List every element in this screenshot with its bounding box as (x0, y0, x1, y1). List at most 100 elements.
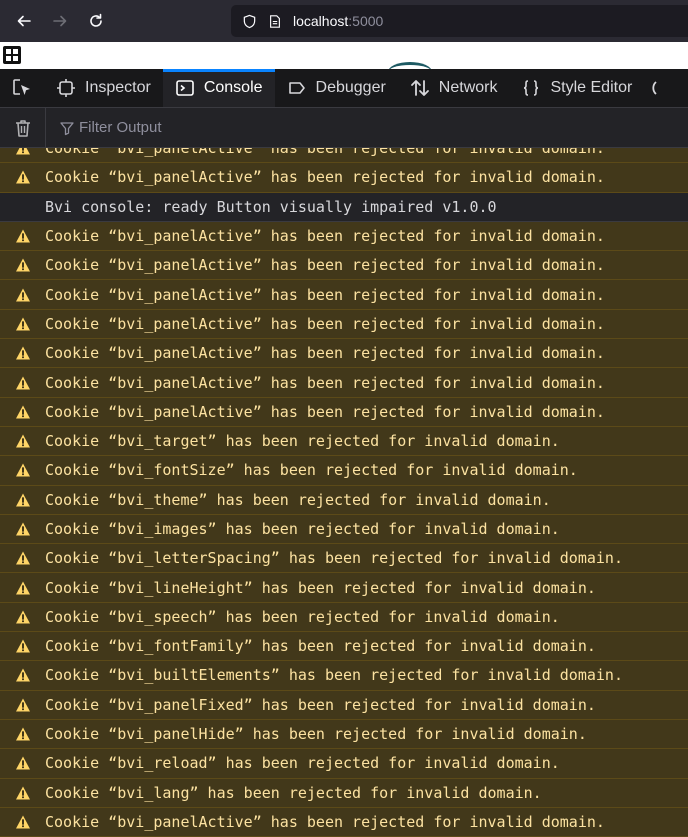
shield-icon[interactable] (241, 13, 257, 29)
console-warning-row[interactable]: Cookie “bvi_builtElements” has been reje… (0, 661, 688, 691)
message-text: Cookie “bvi_panelActive” has been reject… (45, 314, 605, 333)
forward-button[interactable] (42, 0, 78, 42)
message-text: Cookie “bvi_panelActive” has been reject… (45, 344, 605, 363)
message-text: Cookie “bvi_target” has been rejected fo… (45, 432, 560, 451)
warning-icon (0, 433, 45, 449)
console-warning-row[interactable]: Cookie “bvi_images” has been rejected fo… (0, 514, 688, 545)
warning-icon (0, 638, 45, 654)
console-warning-row[interactable]: Cookie “bvi_panelActive” has been reject… (0, 309, 688, 340)
console-warning-row[interactable]: Cookie “bvi_reload” has been rejected fo… (0, 749, 688, 779)
message-text: Cookie “bvi_panelActive” has been reject… (45, 168, 605, 187)
warning-icon (0, 148, 45, 156)
message-text: Cookie “bvi_panelHide” has been rejected… (45, 725, 587, 744)
filter-placeholder: Filter Output (79, 119, 162, 136)
console-warning-row[interactable]: Cookie “bvi_fontFamily” has been rejecte… (0, 632, 688, 662)
reload-icon (90, 13, 102, 27)
warning-icon (0, 375, 45, 391)
clear-console-button[interactable] (0, 107, 46, 148)
tab-style-editor[interactable]: Style Editor (509, 69, 644, 107)
message-text: Cookie “bvi_panelActive” has been reject… (45, 148, 605, 158)
warning-icon (0, 228, 45, 244)
console-warning-row[interactable]: Cookie “bvi_panelActive” has been reject… (0, 280, 688, 310)
console-warning-row[interactable]: Cookie “bvi_panelHide” has been rejected… (0, 719, 688, 750)
address-bar[interactable]: localhost:5000 (231, 5, 688, 37)
message-text: Cookie “bvi_panelActive” has been reject… (45, 373, 605, 392)
warning-icon (0, 316, 45, 332)
console-log-row[interactable]: Bvi console: ready Button visually impai… (0, 192, 688, 222)
url-host: localhost (293, 13, 349, 29)
message-text: Cookie “bvi_panelActive” has been reject… (45, 256, 605, 275)
warning-icon (0, 257, 45, 273)
warning-icon (0, 492, 45, 508)
back-arrow-icon (17, 15, 31, 27)
network-icon (410, 78, 430, 98)
message-text: Cookie “bvi_letterSpacing” has been reje… (45, 549, 623, 568)
console-warning-row[interactable]: Cookie “bvi_panelActive” has been reject… (0, 397, 688, 427)
tab-network[interactable]: Network (398, 69, 510, 107)
message-text: Cookie “bvi_fontSize” has been rejected … (45, 461, 578, 480)
console-warning-row[interactable]: Cookie “bvi_panelFixed” has been rejecte… (0, 690, 688, 720)
page-viewport (0, 42, 688, 69)
console-warning-row[interactable]: Cookie “bvi_panelActive” has been reject… (0, 368, 688, 398)
message-text: Cookie “bvi_speech” has been rejected fo… (45, 607, 560, 626)
console-warning-row[interactable]: Cookie “bvi_letterSpacing” has been reje… (0, 544, 688, 574)
console-warning-row[interactable]: Cookie “bvi_target” has been rejected fo… (0, 426, 688, 457)
debugger-icon (287, 78, 307, 98)
console-warning-row[interactable]: Cookie “bvi_panelActive” has been reject… (0, 251, 688, 281)
console-warning-row[interactable]: Cookie “bvi_fontSize” has been rejected … (0, 456, 688, 486)
message-text: Cookie “bvi_lang” has been rejected for … (45, 783, 542, 802)
console-warning-row[interactable]: Cookie “bvi_panelActive” has been reject… (0, 807, 688, 837)
console-warning-row[interactable]: Cookie “bvi_speech” has been rejected fo… (0, 602, 688, 633)
warning-icon (0, 755, 45, 771)
reload-button[interactable] (78, 0, 114, 42)
console-warning-row[interactable]: Cookie “bvi_lineHeight” has been rejecte… (0, 573, 688, 603)
warning-icon (0, 345, 45, 361)
console-warning-row[interactable]: Cookie “bvi_panelActive” has been reject… (0, 148, 688, 164)
tab-console-label: Console (203, 79, 263, 96)
message-text: Cookie “bvi_images” has been rejected fo… (45, 520, 560, 538)
message-text: Cookie “bvi_panelActive” has been reject… (45, 227, 605, 246)
filter-icon (59, 120, 75, 136)
message-text: Cookie “bvi_reload” has been rejected fo… (45, 754, 560, 773)
message-text: Cookie “bvi_panelActive” has been reject… (45, 812, 605, 831)
message-text: Cookie “bvi_panelActive” has been reject… (45, 285, 605, 304)
url-port: :5000 (348, 13, 384, 29)
console-toolbar: Filter Output (0, 107, 688, 148)
more-tabs-icon[interactable] (644, 69, 658, 107)
console-warning-row[interactable]: Cookie “bvi_lang” has been rejected for … (0, 778, 688, 808)
back-button[interactable] (6, 0, 42, 42)
warning-icon (0, 814, 45, 830)
message-text: Cookie “bvi_theme” has been rejected for… (45, 490, 551, 509)
message-text: Cookie “bvi_builtElements” has been reje… (45, 666, 623, 685)
trash-icon (15, 119, 30, 137)
style-editor-icon (521, 78, 541, 98)
tab-debugger[interactable]: Debugger (275, 69, 398, 107)
element-picker-button[interactable] (0, 69, 44, 107)
warning-icon (0, 169, 45, 185)
message-text: Cookie “bvi_fontFamily” has been rejecte… (45, 637, 596, 656)
page-info-icon[interactable] (267, 13, 283, 29)
tab-style-editor-label: Style Editor (550, 79, 633, 96)
warning-icon (0, 404, 45, 420)
console-warning-row[interactable]: Cookie “bvi_panelActive” has been reject… (0, 339, 688, 369)
forward-arrow-icon (53, 15, 67, 27)
warning-icon (0, 521, 45, 537)
warning-icon (0, 580, 45, 596)
message-text: Cookie “bvi_panelFixed” has been rejecte… (45, 695, 596, 714)
tab-inspector[interactable]: Inspector (44, 69, 163, 107)
console-warning-row[interactable]: Cookie “bvi_theme” has been rejected for… (0, 485, 688, 515)
filter-output-input[interactable]: Filter Output (46, 119, 162, 136)
warning-icon (0, 287, 45, 303)
tab-network-label: Network (438, 79, 498, 96)
console-icon (175, 78, 195, 98)
warning-icon (0, 697, 45, 713)
warning-icon (0, 462, 45, 478)
inspector-icon (56, 78, 76, 98)
accessibility-grid-icon[interactable] (3, 46, 21, 64)
tab-console[interactable]: Console (162, 69, 275, 107)
devtools-tab-bar: Inspector Console Debugger Network Style… (0, 69, 688, 108)
warning-icon (0, 550, 45, 566)
message-text: Cookie “bvi_lineHeight” has been rejecte… (45, 578, 596, 597)
console-warning-row[interactable]: Cookie “bvi_panelActive” has been reject… (0, 163, 688, 193)
console-warning-row[interactable]: Cookie “bvi_panelActive” has been reject… (0, 221, 688, 252)
